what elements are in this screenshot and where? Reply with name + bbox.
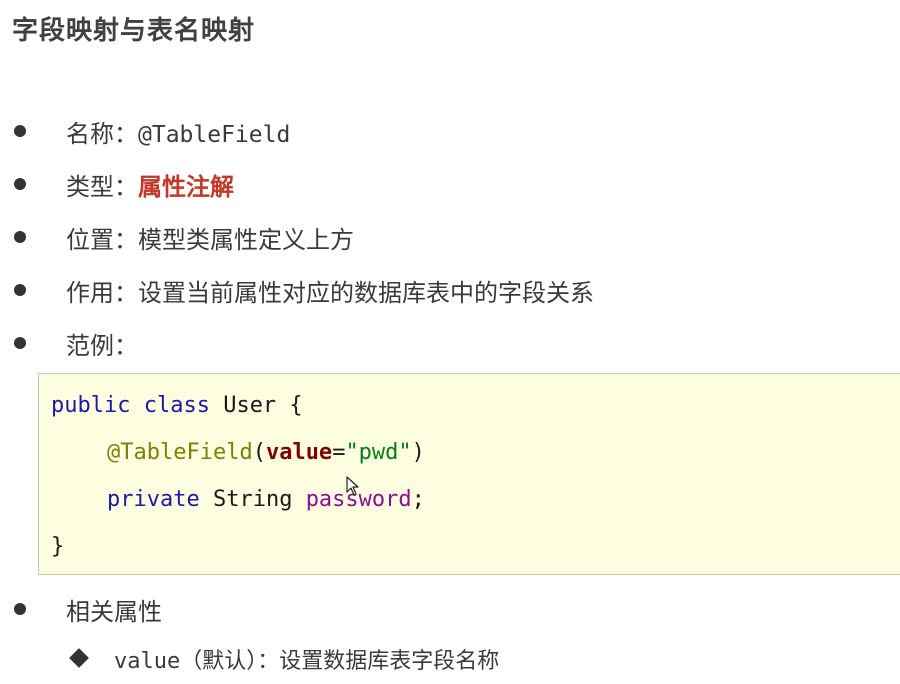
usage-value: 设置当前属性对应的数据库表中的字段关系	[138, 278, 594, 307]
code-keyword: private	[107, 487, 200, 512]
code-line-2: @TableField(value="pwd")	[107, 440, 425, 465]
code-keyword: public class	[51, 393, 210, 418]
bullet-label: 位置：	[66, 225, 138, 254]
code-block: public class User { @TableField(value="p…	[38, 373, 900, 575]
bullet-text: 名称：@TableField	[66, 114, 290, 149]
annotation-name: @TableField	[138, 121, 291, 148]
bullet-label: 作用：	[66, 278, 138, 307]
code-string: "pwd"	[345, 440, 412, 465]
page-title: 字段映射与表名映射	[12, 16, 256, 46]
bullet-icon	[14, 603, 26, 615]
sub-attribute-name: value	[114, 649, 181, 674]
slide: 字段映射与表名映射 名称：@TableField 类型：属性注解 位置：模型类属…	[0, 0, 900, 684]
bullet-label: 名称：	[66, 119, 138, 148]
bullet-label: 范例：	[66, 331, 138, 360]
code-line-4: }	[51, 534, 64, 559]
code-text: )	[411, 440, 425, 465]
diamond-bullet-icon	[69, 648, 89, 668]
code-annotation: @TableField	[107, 440, 253, 465]
code-text: =	[332, 440, 346, 465]
code-line-3: private String password;	[107, 487, 425, 512]
bullet-icon	[14, 337, 26, 349]
mouse-pointer-icon	[346, 476, 359, 496]
bullet-text: 类型：属性注解	[66, 167, 234, 202]
code-attribute: value	[265, 440, 333, 465]
code-text: ;	[411, 487, 425, 512]
bullet-text: 作用：设置当前属性对应的数据库表中的字段关系	[66, 273, 594, 308]
type-value: 属性注解	[138, 172, 234, 201]
sub-attribute-text: value（默认）：设置数据库表字段名称	[114, 643, 499, 675]
sub-attribute-desc: （默认）：设置数据库表字段名称	[180, 649, 500, 674]
bullet-icon	[14, 178, 26, 190]
bullet-label: 类型：	[66, 172, 138, 201]
bullet-label: 相关属性	[66, 597, 162, 626]
bullet-text: 位置：模型类属性定义上方	[66, 220, 354, 255]
code-line-1: public class User {	[51, 393, 303, 418]
code-text: }	[51, 534, 65, 559]
bullet-icon	[14, 125, 26, 137]
code-text: (	[252, 440, 266, 465]
bullet-icon	[14, 231, 26, 243]
position-value: 模型类属性定义上方	[138, 225, 354, 254]
code-text: User {	[209, 393, 303, 418]
bullet-icon	[14, 284, 26, 296]
code-text: String	[199, 487, 306, 512]
